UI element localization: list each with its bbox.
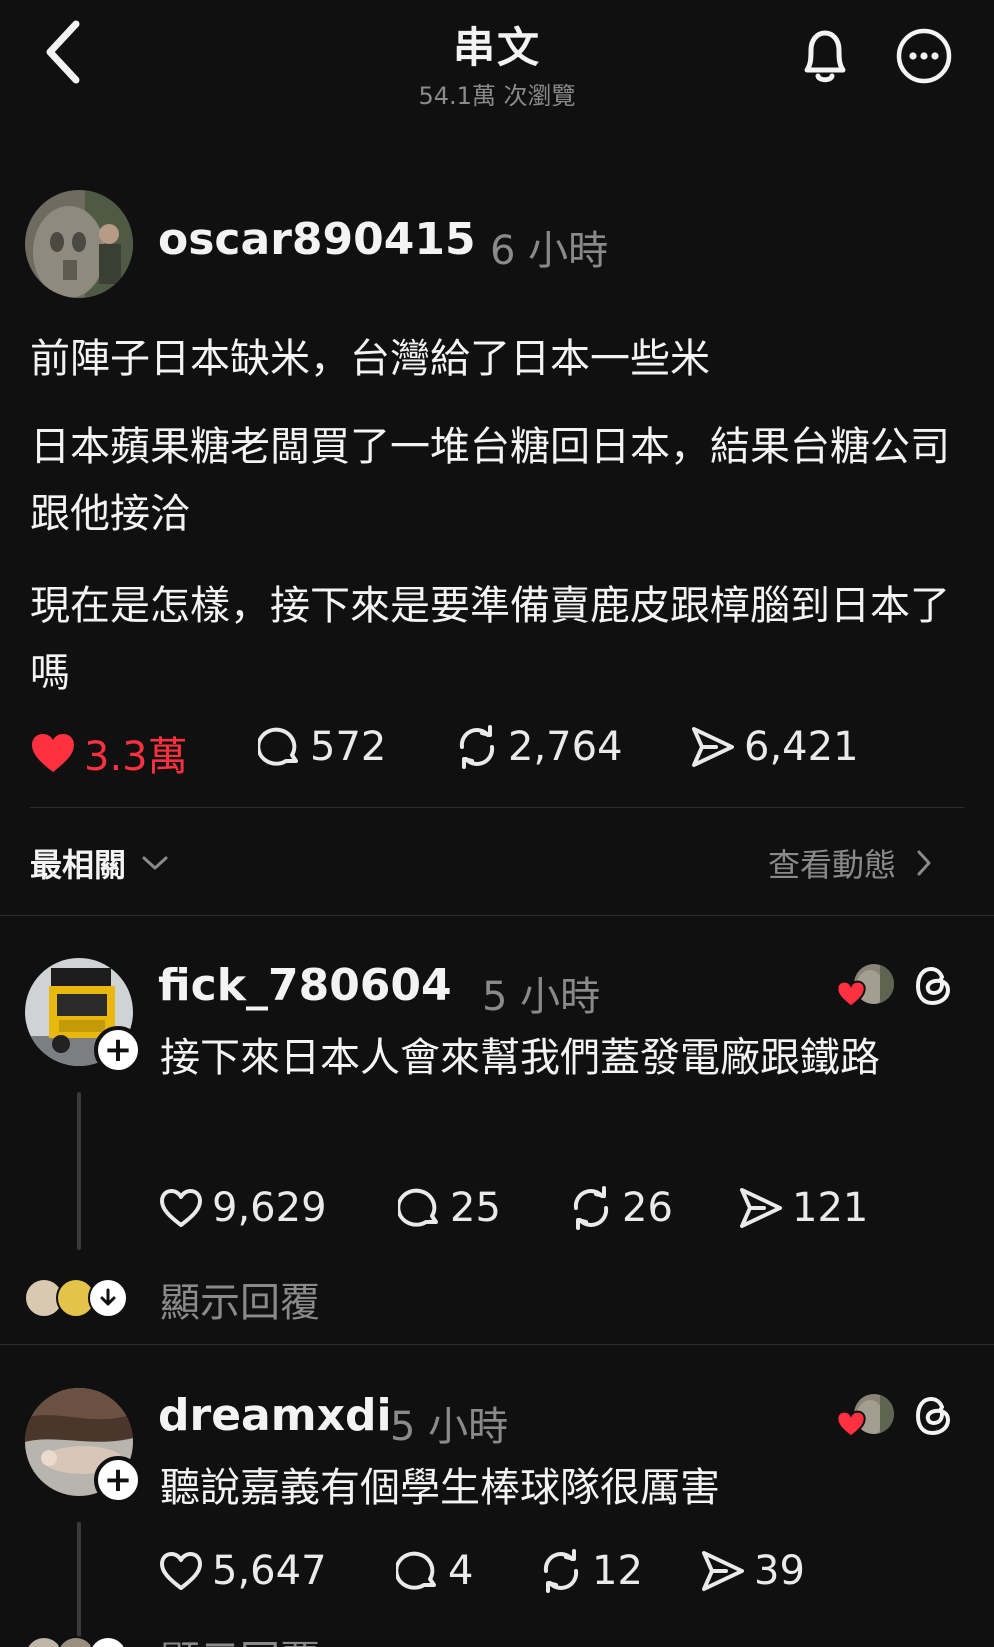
repost-icon [543,1549,579,1593]
comment-icon [396,1551,436,1590]
share-icon [692,727,734,767]
like-count: 3.3萬 [84,734,188,780]
post-paragraph: 前陣子日本缺米，台灣給了日本一些米 [30,336,710,382]
share-icon [702,1551,744,1591]
view-activity-link[interactable]: 查看動態 [768,840,934,886]
comment-button[interactable]: 25 [398,1185,501,1231]
like-count: 9,629 [212,1185,327,1231]
avatar-image [25,190,133,298]
follow-button[interactable]: + [94,1026,142,1074]
show-replies-label: 顯示回覆 [160,1628,320,1647]
chevron-down-icon [142,856,168,870]
section-separator [0,915,994,916]
share-button[interactable]: 39 [700,1548,805,1594]
comment-time: 5 小時 [482,974,601,1020]
reply-count: 4 [448,1548,474,1594]
author-liked-badge [834,964,894,1008]
share-count: 6,421 [744,724,859,770]
down-arrow-icon [100,1288,116,1306]
post-paragraph: 日本蘋果糖老闆買了一堆台糖回日本，結果台糖公司跟他接洽 [30,424,950,537]
comment-text: 聽說嘉義有個學生棒球隊很厲害 [160,1465,720,1511]
plus-icon: + [103,1030,133,1070]
like-button[interactable]: 3.3萬 [30,724,188,782]
share-count: 121 [792,1185,869,1231]
show-replies-row[interactable]: 顯示回覆 [24,1276,524,1326]
repost-button[interactable]: 26 [568,1185,673,1231]
notification-button[interactable] [795,24,855,88]
divider [30,807,964,808]
down-arrow-badge [88,1636,128,1647]
heart-icon [160,1189,202,1227]
post-paragraph: 現在是怎樣，接下來是要準備賣鹿皮跟樟腦到日本了嗎 [30,583,950,696]
bell-icon [804,30,846,83]
like-count: 5,647 [212,1548,327,1594]
repost-icon [573,1186,609,1230]
comment-username[interactable]: fick_780604 [158,960,452,1011]
threads-button[interactable] [910,1392,958,1440]
view-activity-label: 查看動態 [768,846,897,884]
author-liked-badge [834,1394,894,1438]
sort-dropdown[interactable]: 最相關 [30,840,170,886]
plus-icon: + [103,1460,133,1500]
heart-icon [32,734,74,772]
follow-button[interactable]: + [94,1456,142,1504]
repost-count: 2,764 [508,724,623,770]
share-button[interactable]: 6,421 [690,724,859,770]
post-avatar[interactable] [25,190,133,298]
comment-text: 接下來日本人會來幫我們蓋發電廠跟鐵路 [160,1035,880,1081]
comment-button[interactable]: 572 [258,724,386,770]
post-time: 6 小時 [490,228,609,274]
chevron-right-icon [917,850,931,876]
like-button[interactable]: 5,647 [158,1548,327,1594]
sort-label: 最相關 [30,846,127,884]
heart-icon [836,1410,866,1438]
share-button[interactable]: 121 [738,1185,868,1231]
threads-button[interactable] [910,962,958,1010]
comment-icon [398,1188,438,1227]
heart-icon [836,980,866,1008]
comment-button[interactable]: 4 [396,1548,473,1594]
down-arrow-badge [88,1278,128,1318]
comment-time: 5 小時 [390,1404,509,1450]
section-separator [0,1344,994,1345]
post-username[interactable]: oscar890415 [158,214,476,265]
repost-count: 12 [592,1548,643,1594]
reply-count: 572 [310,724,387,770]
share-count: 39 [754,1548,805,1594]
reply-count: 25 [450,1185,501,1231]
share-icon [740,1188,782,1228]
thread-line [77,1522,81,1642]
like-button[interactable]: 9,629 [158,1185,327,1231]
show-replies-label: 顯示回覆 [160,1280,320,1326]
repost-button[interactable]: 2,764 [454,724,623,770]
comment-icon [258,727,298,766]
show-replies-row[interactable]: 顯示回覆 [24,1628,524,1647]
threads-icon [915,966,951,1006]
more-button[interactable] [894,26,954,86]
heart-icon [160,1552,202,1590]
repost-count: 26 [622,1185,673,1231]
more-icon [896,28,952,84]
repost-button[interactable]: 12 [538,1548,643,1594]
thread-line [77,1092,81,1250]
repost-icon [459,725,495,769]
threads-icon [915,1396,951,1436]
comment-username[interactable]: dreamxdi [158,1390,392,1441]
